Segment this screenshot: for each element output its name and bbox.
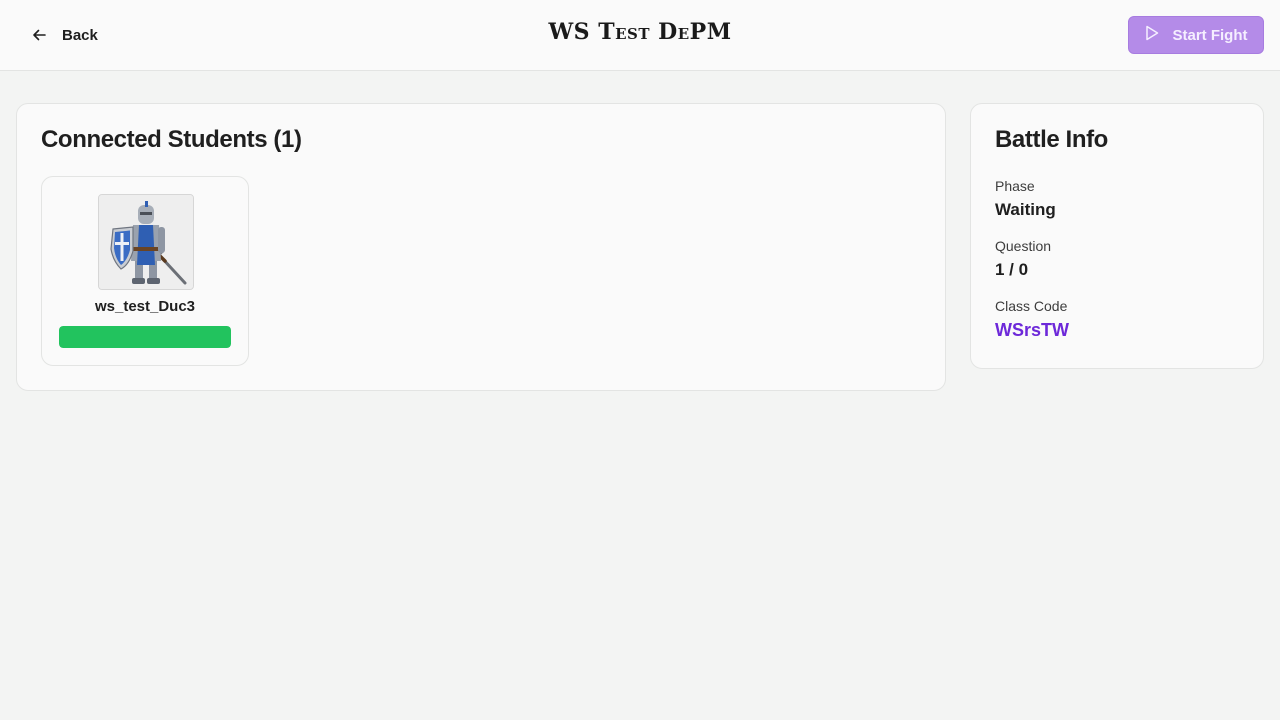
student-name: ws_test_Duc3 <box>94 298 196 315</box>
start-fight-button[interactable]: Start Fight <box>1128 16 1264 54</box>
phase-label: Phase <box>995 178 1035 194</box>
class-code-value: WSrsTW <box>995 320 1069 340</box>
class-code-label: Class Code <box>995 298 1068 314</box>
top-bar: Back WS Test DePM Start Fight <box>0 0 1280 71</box>
page-title: WS Test DePM <box>548 19 732 45</box>
battle-info-heading: Battle Info <box>995 126 1108 153</box>
connected-students-panel: Connected Students (1) ws_test_Duc3 <box>16 103 946 391</box>
phase-value: Waiting <box>995 200 1056 219</box>
knight-avatar <box>98 194 194 290</box>
start-fight-label: Start Fight <box>1172 26 1248 44</box>
connected-students-heading: Connected Students (1) <box>41 126 302 153</box>
health-bar <box>59 326 231 348</box>
question-label: Question <box>995 238 1052 254</box>
question-value: 1 / 0 <box>995 260 1029 279</box>
play-icon <box>1145 25 1159 45</box>
battle-info-panel: Battle Info Phase Waiting Question 1 / 0… <box>970 103 1264 369</box>
health-bar-fill <box>59 326 231 348</box>
student-card: ws_test_Duc3 <box>41 176 249 366</box>
